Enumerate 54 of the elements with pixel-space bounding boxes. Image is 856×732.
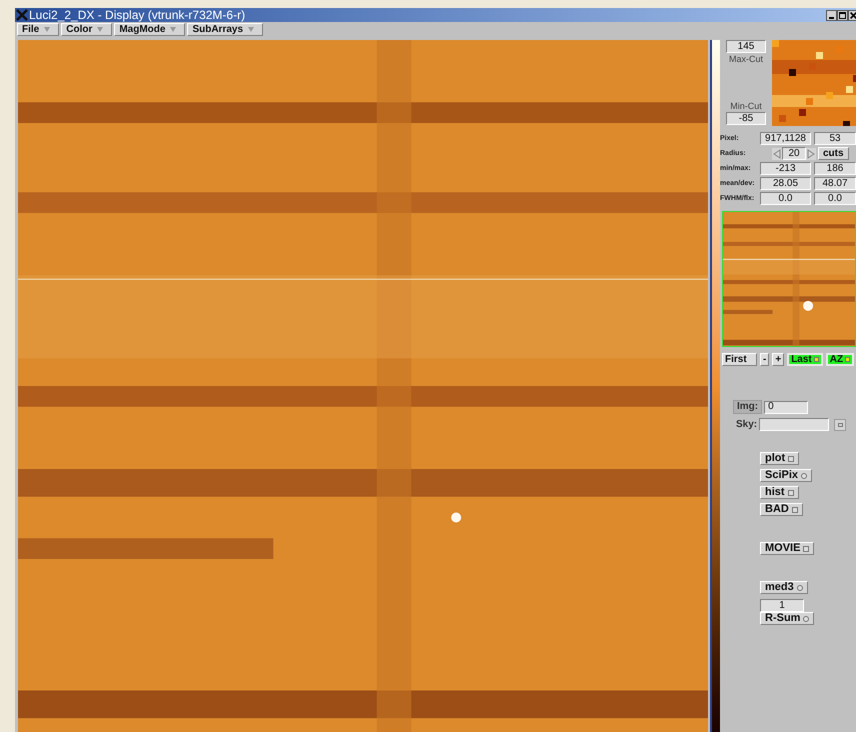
- img-label: Img:: [733, 400, 762, 414]
- stat-value: 0.0: [760, 192, 811, 205]
- sky-label: Sky:: [736, 420, 758, 430]
- dropdown-arrow-icon: [44, 27, 50, 32]
- left-arrow-icon[interactable]: [772, 148, 782, 160]
- sum-count-field[interactable]: 1: [760, 599, 804, 612]
- frame-button[interactable]: +: [772, 353, 784, 366]
- right-arrow-icon[interactable]: [806, 148, 816, 160]
- cuts-button[interactable]: cuts: [818, 147, 849, 160]
- stat-value: 53: [814, 132, 856, 145]
- sky-field[interactable]: [759, 418, 830, 431]
- menu-button[interactable]: Color: [61, 23, 112, 36]
- radio-indicator-icon: [803, 616, 810, 622]
- tool-button[interactable]: hist: [760, 486, 799, 499]
- window-title: Luci2_2_DX - Display (vtrunk-r732M-6-r): [29, 9, 246, 21]
- frame-button[interactable]: First: [722, 353, 757, 366]
- tool-button[interactable]: MOVIE: [760, 542, 814, 555]
- radius-field[interactable]: 20: [782, 147, 806, 160]
- stat-value: -213: [760, 162, 811, 175]
- dropdown-arrow-icon: [97, 27, 104, 32]
- tool-button[interactable]: BAD: [760, 503, 803, 516]
- toggle-indicator-icon: [788, 490, 794, 496]
- x-logo-icon: [16, 9, 28, 21]
- tool-button[interactable]: med3: [760, 581, 808, 594]
- radio-indicator-icon: [801, 472, 808, 478]
- menu-button[interactable]: File: [17, 23, 60, 36]
- min-cut-field[interactable]: -85: [726, 112, 766, 125]
- tool-button[interactable]: plot: [760, 452, 800, 465]
- stat-value: 28.05: [760, 177, 811, 190]
- frame-button[interactable]: AZ: [826, 353, 854, 366]
- menu-button[interactable]: MagMode: [114, 23, 186, 36]
- radio-indicator-icon: [796, 584, 803, 590]
- max-cut-field[interactable]: 145: [726, 40, 766, 53]
- min-cut-label: Min-Cut: [730, 100, 762, 112]
- minimize-icon[interactable]: [826, 10, 837, 20]
- img-field[interactable]: 0: [764, 400, 808, 414]
- stat-value: 0.0: [814, 192, 856, 205]
- stat-value: 917,1128: [760, 132, 811, 145]
- close-icon[interactable]: [848, 10, 856, 20]
- dropdown-arrow-icon: [170, 27, 176, 32]
- frame-button[interactable]: -: [760, 353, 770, 366]
- menu-button[interactable]: SubArrays: [187, 23, 264, 36]
- toggle-indicator-icon: [803, 546, 810, 552]
- stat-value: 186: [814, 162, 856, 175]
- toggle-indicator-icon: [788, 456, 794, 462]
- tool-button[interactable]: R-Sum: [760, 612, 814, 625]
- maximize-icon[interactable]: [837, 10, 848, 20]
- stat-value: 48.07: [814, 177, 856, 190]
- tool-button[interactable]: SciPix: [760, 469, 812, 482]
- toggle-indicator-icon: [792, 506, 798, 512]
- max-cut-label: Max-Cut: [728, 53, 763, 65]
- frame-button[interactable]: Last: [787, 353, 823, 366]
- sky-button[interactable]: [834, 418, 846, 430]
- dropdown-arrow-icon: [248, 27, 254, 32]
